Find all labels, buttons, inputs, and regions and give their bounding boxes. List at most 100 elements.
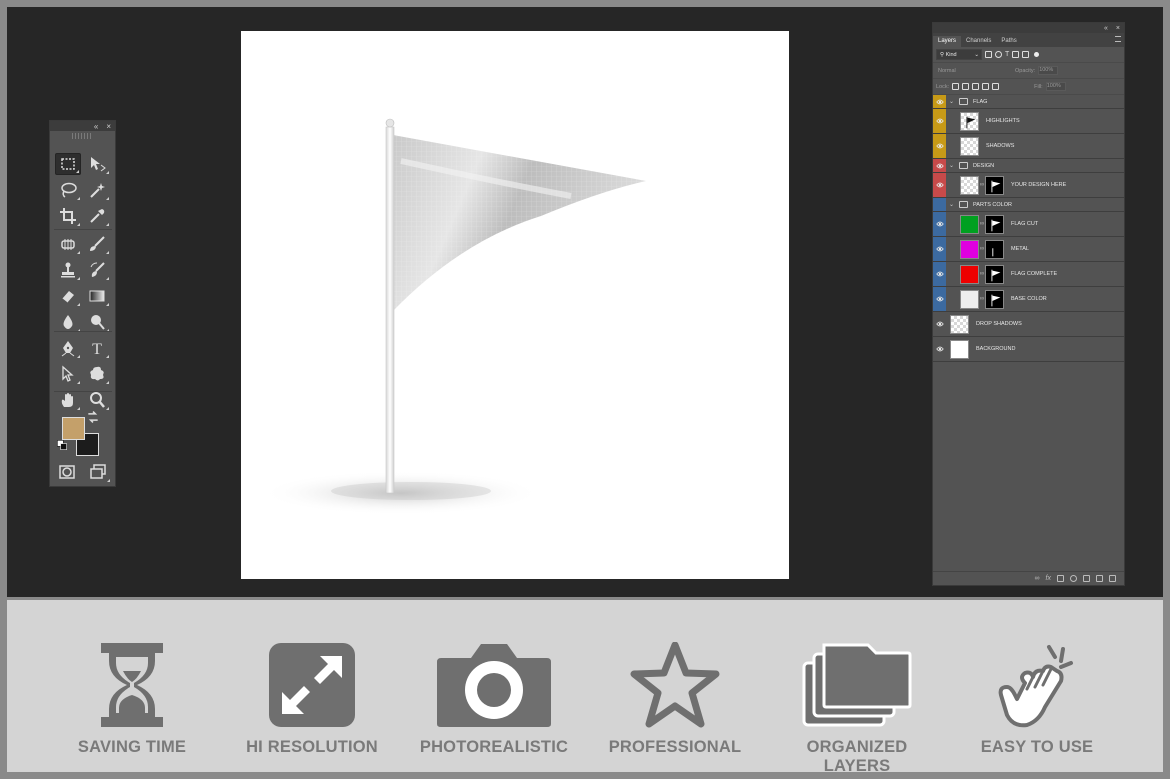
close-icon[interactable]: × <box>1116 25 1120 32</box>
trash-icon[interactable] <box>1109 575 1116 582</box>
opacity-input[interactable]: 100% <box>1038 66 1059 75</box>
magic-wand-tool[interactable] <box>84 179 110 201</box>
eye-icon[interactable] <box>933 159 946 172</box>
layer-row[interactable]: ∞ BASE COLOR <box>933 287 1124 312</box>
filter-toggle-icon[interactable] <box>1034 52 1040 57</box>
brush-tool[interactable] <box>84 233 110 255</box>
eye-icon[interactable] <box>933 198 946 211</box>
filter-adjustment-icon[interactable] <box>995 51 1002 58</box>
tab-layers[interactable]: Layers <box>933 36 962 47</box>
blur-tool[interactable] <box>55 311 81 333</box>
eye-icon[interactable] <box>933 95 946 108</box>
filter-shape-icon[interactable] <box>1012 51 1020 58</box>
panel-tabs: Layers Channels Paths <box>933 33 1124 47</box>
eye-icon[interactable] <box>933 237 946 261</box>
path-selection-tool[interactable] <box>55 363 81 385</box>
eraser-tool[interactable] <box>55 285 81 307</box>
chevron-down-icon[interactable]: ⌄ <box>949 201 954 208</box>
tab-paths[interactable]: Paths <box>996 36 1021 47</box>
panel-menu-icon[interactable] <box>1115 36 1121 42</box>
lock-artboard-icon[interactable] <box>982 83 990 90</box>
gradient-tool[interactable] <box>84 285 110 307</box>
opacity-label: Opacity: <box>1015 67 1036 74</box>
new-group-icon[interactable] <box>1083 575 1090 582</box>
layer-row[interactable]: SHADOWS <box>933 134 1124 159</box>
tab-channels[interactable]: Channels <box>961 36 996 47</box>
eye-icon[interactable] <box>933 337 946 361</box>
rectangular-marquee-icon <box>61 158 75 170</box>
layer-style-icon[interactable]: fx <box>1046 575 1051 582</box>
lock-transparent-icon[interactable] <box>952 83 960 90</box>
fill-input[interactable]: 100% <box>1045 82 1066 91</box>
layer-row[interactable]: ⌄ FLAG <box>933 95 1124 109</box>
collapse-icon[interactable]: « <box>94 122 98 131</box>
tool-separator <box>54 229 112 230</box>
lasso-tool[interactable] <box>55 179 81 201</box>
move-tool[interactable] <box>84 153 110 175</box>
default-colors-icon[interactable] <box>56 439 68 451</box>
custom-shape-tool[interactable] <box>84 363 110 385</box>
eyedropper-icon <box>90 209 105 223</box>
camera-icon <box>437 644 551 727</box>
eye-icon[interactable] <box>933 212 946 236</box>
layer-mask-thumbnail <box>985 239 1004 259</box>
feature-label: EASY TO USE <box>980 738 1094 756</box>
layer-row[interactable]: BACKGROUND <box>933 337 1124 362</box>
quick-mask-icon[interactable] <box>54 461 80 483</box>
lock-position-icon[interactable] <box>972 83 980 90</box>
chevron-down-icon[interactable]: ⌄ <box>949 98 954 105</box>
add-mask-icon[interactable] <box>1057 575 1064 582</box>
history-brush-tool[interactable] <box>84 259 110 281</box>
layer-row[interactable]: HIGHLIGHTS <box>933 109 1124 134</box>
layers-panel-header: « × <box>933 23 1124 33</box>
collapse-icon[interactable]: « <box>1104 25 1108 32</box>
svg-text:T: T <box>92 341 102 357</box>
link-layers-icon[interactable]: ∞ <box>1035 575 1040 582</box>
foreground-color-swatch[interactable] <box>62 417 85 440</box>
rectangular-marquee-tool[interactable] <box>55 153 81 175</box>
dodge-icon <box>91 315 105 330</box>
crop-tool[interactable] <box>55 205 81 227</box>
eye-icon[interactable] <box>933 312 946 336</box>
document-canvas[interactable] <box>241 31 789 579</box>
blend-mode-select[interactable]: Normal <box>936 68 1004 74</box>
eyedropper-tool[interactable] <box>84 205 110 227</box>
filter-smart-object-icon[interactable] <box>1022 51 1030 58</box>
chevron-down-icon[interactable]: ⌄ <box>949 162 954 169</box>
layer-row[interactable]: ∞ FLAG COMPLETE <box>933 262 1124 287</box>
layers-panel: « × Layers Channels Paths ⚲ Kind ⌄ T Nor… <box>932 22 1125 586</box>
layer-row[interactable]: ∞ METAL <box>933 237 1124 262</box>
lock-all-icon[interactable] <box>992 83 1000 90</box>
filter-type-icon[interactable]: T <box>1005 51 1009 58</box>
layer-thumbnail <box>960 136 979 156</box>
blend-row: Normal Opacity: 100% <box>933 63 1124 79</box>
type-tool[interactable]: T <box>84 337 110 359</box>
dodge-tool[interactable] <box>84 311 110 333</box>
screen-mode-icon[interactable] <box>85 461 111 483</box>
close-icon[interactable]: × <box>106 122 111 131</box>
new-layer-icon[interactable] <box>1096 575 1103 582</box>
eye-icon[interactable] <box>933 109 946 133</box>
pen-tool[interactable] <box>55 337 81 359</box>
eye-icon[interactable] <box>933 287 946 311</box>
clone-stamp-tool[interactable] <box>55 259 81 281</box>
eye-icon[interactable] <box>933 134 946 158</box>
layer-row[interactable]: ⌄ DESIGN <box>933 159 1124 173</box>
eye-icon[interactable] <box>933 173 946 197</box>
layer-name: DROP SHADOWS <box>976 321 1022 327</box>
swap-colors-icon[interactable] <box>86 411 100 423</box>
layer-row[interactable]: ∞ FLAG CUT <box>933 212 1124 237</box>
filter-pixel-icon[interactable] <box>985 51 992 58</box>
layer-row[interactable]: ∞ YOUR DESIGN HERE <box>933 173 1124 198</box>
lock-image-icon[interactable] <box>962 83 970 90</box>
hand-tool[interactable] <box>55 389 81 411</box>
filter-kind-select[interactable]: ⚲ Kind ⌄ <box>936 49 982 60</box>
feature-easy-to-use: EASY TO USE <box>952 640 1122 757</box>
healing-brush-tool[interactable] <box>55 233 81 255</box>
adjustment-layer-icon[interactable] <box>1070 575 1077 582</box>
eye-icon[interactable] <box>933 262 946 286</box>
layer-row[interactable]: DROP SHADOWS <box>933 312 1124 337</box>
layer-row[interactable]: ⌄ PARTS COLOR <box>933 198 1124 212</box>
layer-thumbnail <box>960 111 979 131</box>
panel-grip[interactable] <box>72 133 93 139</box>
